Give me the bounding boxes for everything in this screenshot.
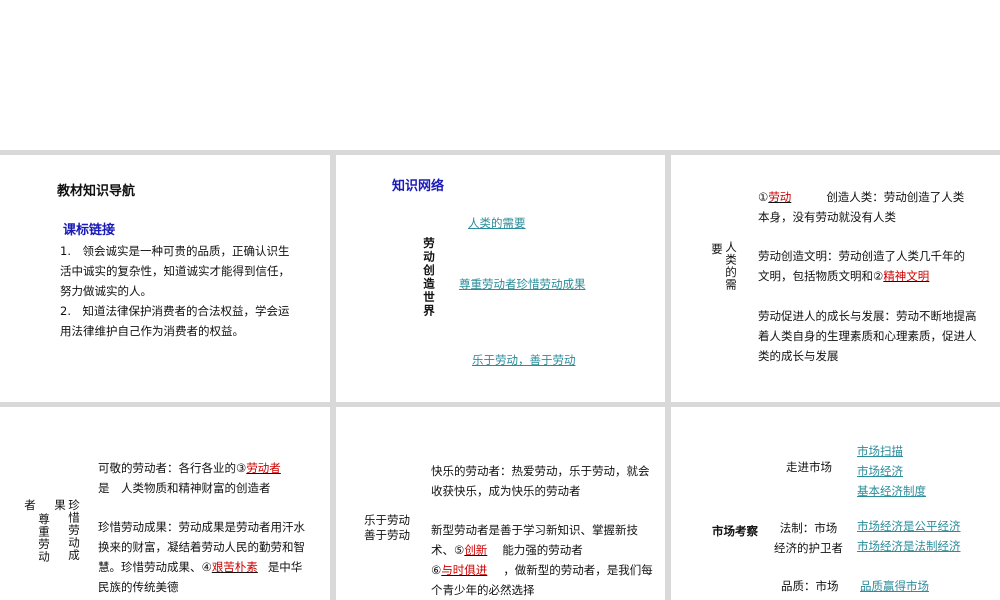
left-label: 乐于劳动 善于劳动 bbox=[364, 513, 410, 543]
left-label-line-1: 乐于劳动 bbox=[364, 513, 410, 527]
paragraph-happy-workers: 快乐的劳动者：热爱劳动，乐于劳动，就会收获快乐，成为快乐的劳动者 bbox=[431, 464, 650, 498]
group-label-legal: 法制：市场 经济的护卫者 bbox=[774, 518, 843, 558]
curriculum-item-2: 2. 知道法律保护消费者的合法权益，学会运用法律维护自己作为消费者的权益。 bbox=[60, 304, 290, 338]
link-market-economy[interactable]: 市场经济 bbox=[857, 463, 903, 479]
answer-blank-1: 劳动 bbox=[768, 190, 792, 204]
group-label-enter-market: 走进市场 bbox=[786, 460, 832, 474]
link-quality-wins-market[interactable]: 品质赢得市场 bbox=[860, 578, 929, 594]
paragraph-text-2: 是 人类物质和精神财富的创造者 bbox=[98, 481, 271, 495]
network-link-respect-labor[interactable]: 尊重劳动者珍惜劳动成果 bbox=[459, 275, 589, 293]
vertical-topic-label: 劳动创造世界 bbox=[422, 237, 436, 318]
link-basic-economic-system[interactable]: 基本经济制度 bbox=[857, 483, 926, 499]
paragraph-labor-promotes-growth: 劳动促进人的成长与发展：劳动不断地提高着人类自身的生理素质和心理素质，促进人类的… bbox=[758, 309, 977, 363]
paragraph-cherish-fruits: 珍惜劳动成果：劳动成果是劳动者用汗水换来的财富，凝结着劳动人民的勤劳和智慧。珍惜… bbox=[98, 517, 308, 597]
panel-title: 教材知识导航 bbox=[57, 184, 136, 199]
answer-blank-2: 精神文明 bbox=[883, 269, 930, 283]
group-label-legal-line-1: 法制：市场 bbox=[779, 521, 838, 535]
panel-knowledge-network: 知识网络 劳动创造世界 人类的需要 尊重劳动者珍惜劳动成果 乐于劳动，善于劳动 bbox=[336, 155, 665, 402]
paragraph-text-rest: 能力强的劳动者 bbox=[502, 543, 583, 557]
answer-blank-5: 创新 bbox=[464, 543, 488, 557]
paragraph-respectable-workers: 可敬的劳动者：各行各业的③劳动者 是 人类物质和精神财富的创造者 bbox=[98, 458, 308, 498]
vertical-label-a: 者 bbox=[23, 499, 37, 512]
vertical-label-d: 珍惜劳动成 bbox=[67, 499, 81, 562]
panel-human-needs: 要 人类的需 ①劳动 创造人类：劳动创造了人类本身，没有劳动就没有人类 劳动创造文… bbox=[671, 155, 1000, 402]
panel-title: 知识网络 bbox=[392, 179, 445, 194]
main-topic-label: 市场考察 bbox=[712, 524, 758, 538]
curriculum-item-1: 1. 领会诚实是一种可贵的品质，正确认识生活中诚实的复杂性，知道诚实才能得到信任… bbox=[60, 244, 290, 298]
network-link-human-needs[interactable]: 人类的需要 bbox=[468, 215, 526, 231]
circled-number: ⑥ bbox=[431, 563, 442, 577]
link-legal-economy[interactable]: 市场经济是法制经济 bbox=[857, 538, 961, 554]
network-link-enjoy-labor[interactable]: 乐于劳动，善于劳动 bbox=[472, 352, 576, 368]
left-label-line-2: 善于劳动 bbox=[364, 528, 410, 542]
paragraph-text: 可敬的劳动者：各行各业的③ bbox=[98, 461, 247, 475]
panel-respect-labor: 者 尊重劳动 果 珍惜劳动成 可敬的劳动者：各行各业的③劳动者 是 人类物质和精… bbox=[0, 407, 330, 600]
link-fair-economy[interactable]: 市场经济是公平经济 bbox=[857, 518, 961, 534]
panel-market-investigation: 市场考察 走进市场 市场扫描 市场经济 基本经济制度 法制：市场 经济的护卫者 … bbox=[671, 407, 1000, 600]
group-label-quality: 品质：市场 bbox=[781, 579, 839, 593]
link-market-scan[interactable]: 市场扫描 bbox=[857, 443, 903, 459]
group-label-legal-line-2: 经济的护卫者 bbox=[774, 541, 843, 555]
answer-blank-6: 与时俱进 bbox=[441, 563, 488, 577]
vertical-label-inner: 人类的需 bbox=[724, 241, 738, 291]
paragraph-labor-created-civilization: 劳动创造文明：劳动创造了人类几千年的文明，包括物质文明和②精神文明 bbox=[758, 246, 973, 286]
paragraph-new-workers: 新型劳动者是善于学习新知识、掌握新技术、⑤创新 能力强的劳动者 ⑥与时俱进 ，做新型… bbox=[431, 520, 653, 600]
panel-enjoy-labor: 乐于劳动 善于劳动 快乐的劳动者：热爱劳动，乐于劳动，就会收获快乐，成为快乐的劳… bbox=[336, 407, 665, 600]
section-subtitle: 课标链接 bbox=[63, 223, 116, 238]
panel-curriculum-links: 教材知识导航 课标链接 1. 领会诚实是一种可贵的品质，正确认识生活中诚实的复杂… bbox=[0, 155, 330, 402]
circled-number: ① bbox=[758, 190, 769, 204]
answer-blank-4: 艰苦朴素 bbox=[211, 560, 258, 574]
answer-blank-3: 劳动者 bbox=[246, 461, 281, 475]
paragraph-labor-created-humans: ①劳动 创造人类：劳动创造了人类本身，没有劳动就没有人类 bbox=[758, 187, 973, 227]
vertical-label-b: 尊重劳动 bbox=[37, 513, 51, 563]
